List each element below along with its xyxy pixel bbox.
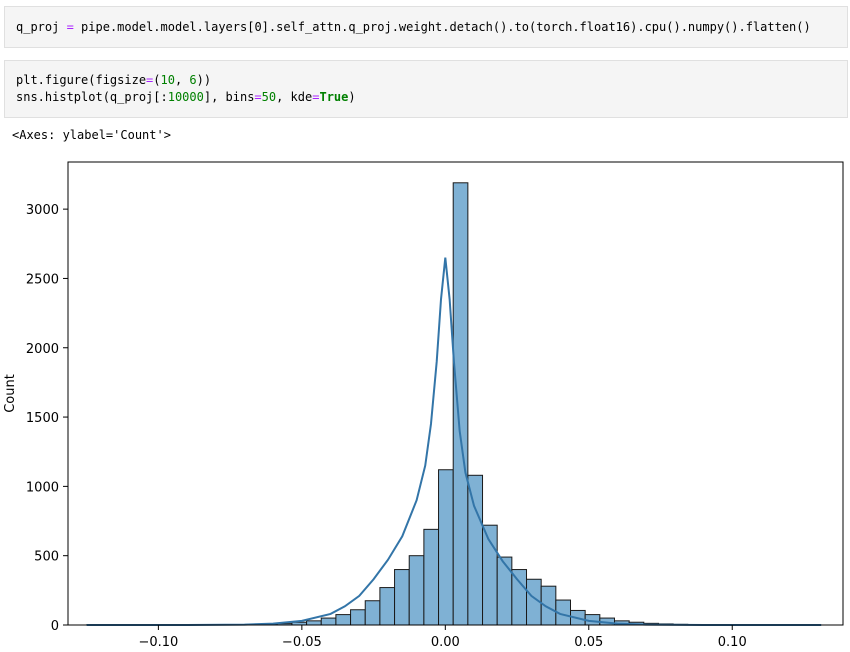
cell-output-text: <Axes: ylabel='Count'> xyxy=(12,128,171,142)
histogram-bar xyxy=(423,528,440,626)
y-tick-label: 0 xyxy=(51,619,59,634)
histogram-chart: −0.10 −0.05 0.00 0.05 0.10 0 500 1000 1500 2000 2… xyxy=(3,161,844,650)
histogram-bar xyxy=(467,474,484,626)
code-token: , xyxy=(174,73,190,87)
code-token: 6 xyxy=(189,73,197,87)
code-token: plt.figure(figsize xyxy=(16,73,147,87)
code-token: , kde xyxy=(276,90,313,104)
x-tick-label: 0.00 xyxy=(431,635,460,650)
histogram-bar xyxy=(335,614,352,626)
x-tick-label: −0.10 xyxy=(138,635,178,650)
y-tick-label: 2000 xyxy=(26,342,59,357)
code-assign: = xyxy=(59,20,82,34)
code-cell-2[interactable]: plt.figure(figsize=(10, 6)) sns.histplot(… xyxy=(4,60,848,118)
y-tick-label: 1500 xyxy=(26,411,59,426)
code-token: ( xyxy=(153,73,161,87)
code-var: q_proj xyxy=(16,20,60,34)
code-token: 10000 xyxy=(167,90,204,104)
code-token: 50 xyxy=(261,90,277,104)
y-axis-ticks: 0 500 1000 1500 2000 2500 3000 xyxy=(26,203,68,634)
histogram-bar xyxy=(306,620,322,626)
code-token: = xyxy=(254,90,262,104)
code-token: )) xyxy=(196,73,212,87)
code-token: ) xyxy=(348,90,356,104)
y-tick-label: 2500 xyxy=(26,272,59,287)
histogram-bar xyxy=(496,556,513,626)
code-token: ], bins xyxy=(203,90,255,104)
code-token: True xyxy=(319,90,349,104)
histogram-bar xyxy=(511,569,528,626)
histogram-bars xyxy=(86,182,821,626)
histogram-bar xyxy=(350,609,366,626)
code-cell-1[interactable]: q_proj = pipe.model.model.layers[0].self… xyxy=(4,6,848,48)
x-tick-label: 0.10 xyxy=(718,635,747,650)
code-line-2: sns.histplot(q_proj[:10000], bins=50, kd… xyxy=(16,89,836,106)
code-token: sns.histplot(q_proj[: xyxy=(16,90,168,104)
code-token: 10 xyxy=(160,73,175,87)
histogram-bar xyxy=(379,587,396,626)
code-line-1: plt.figure(figsize=(10, 6)) xyxy=(16,72,836,89)
x-axis-ticks: −0.10 −0.05 0.00 0.05 0.10 xyxy=(138,625,747,650)
x-tick-label: 0.05 xyxy=(574,635,603,650)
y-tick-label: 3000 xyxy=(26,203,59,218)
code-text: pipe.model.model.layers[0].self_attn.q_p… xyxy=(81,20,811,34)
histogram-bar xyxy=(408,555,425,626)
x-tick-label: −0.05 xyxy=(282,635,322,650)
y-tick-label: 500 xyxy=(34,550,59,565)
y-tick-label: 1000 xyxy=(26,480,59,495)
histogram-bar xyxy=(452,182,469,626)
histogram-bar xyxy=(438,469,454,626)
histogram-bar xyxy=(320,617,337,626)
histogram-bar xyxy=(394,569,410,626)
y-axis-label: Count xyxy=(3,374,18,413)
histogram-bar xyxy=(364,600,381,626)
